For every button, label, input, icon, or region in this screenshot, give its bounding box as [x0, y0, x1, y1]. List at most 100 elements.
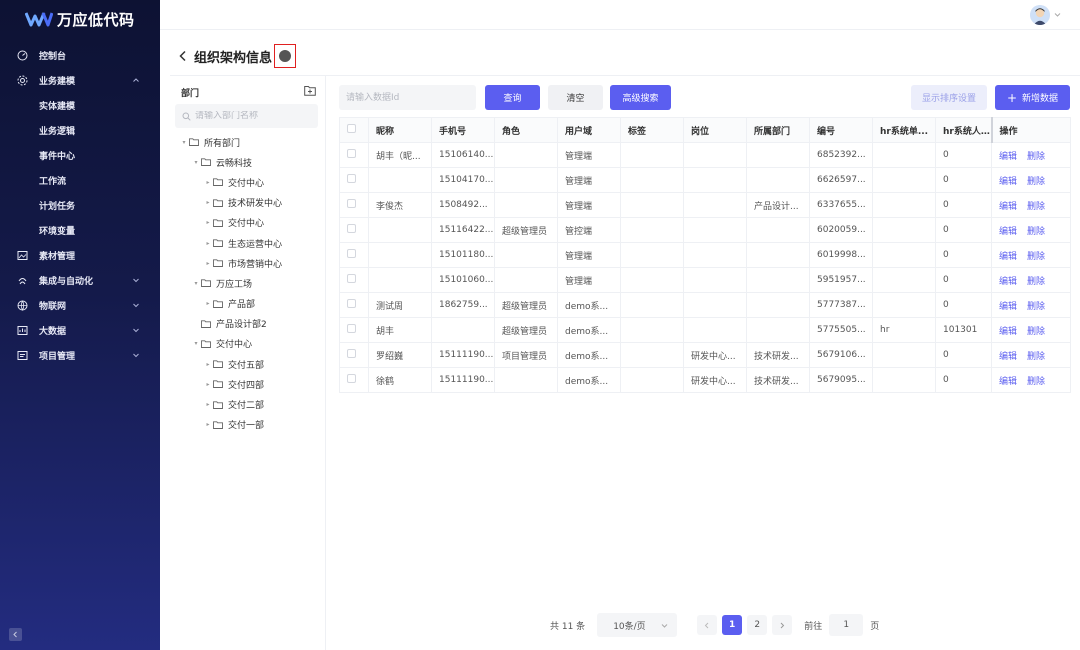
- page-size-select[interactable]: 10条/页: [597, 613, 678, 637]
- sidebar-subitem[interactable]: 计划任务: [0, 193, 160, 218]
- caret-right-icon[interactable]: ▸: [203, 260, 213, 267]
- tree-node[interactable]: ▾ 交付中心: [175, 334, 323, 354]
- delete-link[interactable]: 删除: [1027, 377, 1045, 387]
- tree-node[interactable]: ▸ 交付二部: [175, 394, 323, 414]
- caret-right-icon[interactable]: ▸: [203, 381, 213, 388]
- caret-right-icon[interactable]: ▸: [203, 219, 213, 226]
- column-header[interactable]: 标签: [620, 117, 684, 143]
- caret-right-icon[interactable]: ▸: [203, 300, 213, 307]
- caret-down-icon[interactable]: ▾: [191, 340, 201, 347]
- edit-link[interactable]: 编辑: [999, 277, 1017, 287]
- tree-node[interactable]: ▸ 交付中心: [175, 172, 323, 192]
- tree-node[interactable]: ▸ 交付中心: [175, 213, 323, 233]
- add-folder-icon[interactable]: [304, 85, 316, 96]
- column-header[interactable]: 手机号: [431, 117, 495, 143]
- sidebar-subitem[interactable]: 实体建模: [0, 93, 160, 118]
- clear-button[interactable]: 清空: [548, 85, 603, 110]
- select-cell[interactable]: [339, 167, 369, 193]
- caret-right-icon[interactable]: ▸: [203, 240, 213, 247]
- tree-node[interactable]: 产品设计部2: [175, 314, 323, 334]
- sidebar-item[interactable]: 集成与自动化: [0, 268, 160, 293]
- delete-link[interactable]: 删除: [1027, 302, 1045, 312]
- checkbox[interactable]: [347, 174, 356, 183]
- caret-right-icon[interactable]: ▸: [203, 179, 213, 186]
- delete-link[interactable]: 删除: [1027, 252, 1045, 262]
- sidebar-item[interactable]: 控制台: [0, 43, 160, 68]
- edit-link[interactable]: 编辑: [999, 377, 1017, 387]
- select-cell[interactable]: [339, 342, 369, 368]
- chevron-down-icon[interactable]: [1054, 11, 1061, 18]
- checkbox[interactable]: [347, 374, 356, 383]
- tree-node[interactable]: ▸ 市场营销中心: [175, 253, 323, 273]
- page-button-1[interactable]: 1: [722, 615, 743, 635]
- select-cell[interactable]: [339, 367, 369, 393]
- prev-page-button[interactable]: [697, 615, 718, 635]
- tree-node[interactable]: ▸ 交付五部: [175, 354, 323, 374]
- select-cell[interactable]: [339, 292, 369, 318]
- sidebar-item[interactable]: 业务建模: [0, 68, 160, 93]
- column-header[interactable]: 昵称: [368, 117, 432, 143]
- info-badge[interactable]: [274, 44, 297, 68]
- add-data-button[interactable]: + 新增数据: [995, 85, 1070, 110]
- delete-link[interactable]: 删除: [1027, 227, 1045, 237]
- edit-link[interactable]: 编辑: [999, 252, 1017, 262]
- edit-link[interactable]: 编辑: [999, 202, 1017, 212]
- select-cell[interactable]: [339, 317, 369, 343]
- delete-link[interactable]: 删除: [1027, 202, 1045, 212]
- back-icon[interactable]: [178, 50, 188, 62]
- tree-node[interactable]: ▸ 生态运营中心: [175, 233, 323, 253]
- sidebar-subitem[interactable]: 事件中心: [0, 143, 160, 168]
- column-header[interactable]: hr系统单...: [872, 117, 936, 143]
- sidebar-subitem[interactable]: 业务逻辑: [0, 118, 160, 143]
- select-cell[interactable]: [339, 192, 369, 218]
- column-header[interactable]: hr系统人...: [935, 117, 992, 143]
- advanced-search-button[interactable]: 高级搜索: [610, 85, 671, 110]
- sidebar-subitem[interactable]: 环境变量: [0, 218, 160, 243]
- dept-search-input[interactable]: [195, 111, 305, 121]
- next-page-button[interactable]: [772, 615, 793, 635]
- checkbox[interactable]: [347, 199, 356, 208]
- caret-right-icon[interactable]: ▸: [203, 401, 213, 408]
- delete-link[interactable]: 删除: [1027, 277, 1045, 287]
- edit-link[interactable]: 编辑: [999, 227, 1017, 237]
- sort-settings-button[interactable]: 显示排序设置: [911, 85, 987, 110]
- caret-right-icon[interactable]: ▸: [203, 421, 213, 428]
- column-header[interactable]: 用户域: [557, 117, 621, 143]
- tree-node[interactable]: ▸ 交付一部: [175, 415, 323, 435]
- edit-link[interactable]: 编辑: [999, 302, 1017, 312]
- caret-down-icon[interactable]: ▾: [191, 159, 201, 166]
- checkbox[interactable]: [347, 149, 356, 158]
- caret-right-icon[interactable]: ▸: [203, 361, 213, 368]
- edit-link[interactable]: 编辑: [999, 177, 1017, 187]
- tree-node[interactable]: ▸ 产品部: [175, 294, 323, 314]
- checkbox[interactable]: [347, 249, 356, 258]
- edit-link[interactable]: 编辑: [999, 327, 1017, 337]
- checkbox[interactable]: [347, 349, 356, 358]
- edit-link[interactable]: 编辑: [999, 352, 1017, 362]
- delete-link[interactable]: 删除: [1027, 327, 1045, 337]
- tree-node[interactable]: ▾ 万应工场: [175, 273, 323, 293]
- select-cell[interactable]: [339, 217, 369, 243]
- sidebar-item[interactable]: 大数据: [0, 318, 160, 343]
- tree-node[interactable]: ▾ 云畅科技: [175, 152, 323, 172]
- column-header[interactable]: 编号: [809, 117, 873, 143]
- column-header[interactable]: 岗位: [683, 117, 747, 143]
- sidebar-subitem[interactable]: 工作流: [0, 168, 160, 193]
- checkbox[interactable]: [347, 124, 356, 133]
- column-header[interactable]: 所属部门: [746, 117, 810, 143]
- data-id-input[interactable]: [339, 85, 476, 110]
- tree-node[interactable]: ▸ 交付四部: [175, 374, 323, 394]
- tree-node[interactable]: ▾ 所有部门: [175, 132, 323, 152]
- sidebar-item[interactable]: 物联网: [0, 293, 160, 318]
- delete-link[interactable]: 删除: [1027, 352, 1045, 362]
- delete-link[interactable]: 删除: [1027, 152, 1045, 162]
- delete-link[interactable]: 删除: [1027, 177, 1045, 187]
- edit-link[interactable]: 编辑: [999, 152, 1017, 162]
- caret-down-icon[interactable]: ▾: [191, 280, 201, 287]
- column-header[interactable]: 操作: [990, 117, 1071, 143]
- collapse-sidebar-button[interactable]: [9, 628, 22, 641]
- caret-down-icon[interactable]: ▾: [179, 139, 189, 146]
- checkbox[interactable]: [347, 274, 356, 283]
- select-cell[interactable]: [339, 242, 369, 268]
- caret-right-icon[interactable]: ▸: [203, 199, 213, 206]
